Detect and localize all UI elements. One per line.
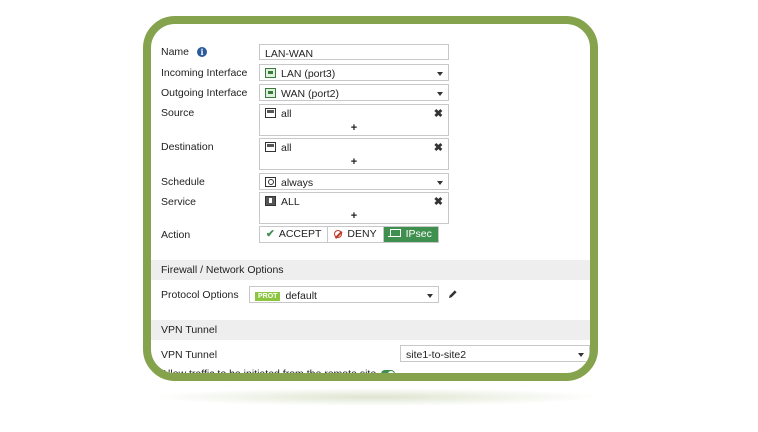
source-value: all — [281, 108, 292, 120]
chevron-down-icon — [578, 353, 584, 357]
name-input[interactable]: LAN-WAN — [259, 44, 449, 60]
prot-badge: PROT — [255, 292, 281, 301]
incoming-interface-value: LAN (port3) — [281, 68, 336, 80]
outgoing-interface-label: Outgoing Interface — [161, 87, 248, 99]
vpn-section-title: VPN Tunnel — [161, 324, 218, 336]
deny-button[interactable]: DENY — [328, 227, 384, 242]
add-source-icon[interactable]: + — [260, 122, 448, 134]
vpn-tunnel-value: site1-to-site2 — [406, 349, 467, 361]
service-value: ALL — [281, 196, 300, 208]
clock-icon — [265, 177, 276, 187]
chevron-down-icon — [437, 181, 443, 185]
check-icon: ✔ — [266, 228, 275, 240]
outgoing-interface-select[interactable]: WAN (port2) — [259, 84, 449, 101]
address-icon — [265, 108, 276, 118]
add-service-icon[interactable]: + — [260, 210, 448, 222]
incoming-interface-label: Incoming Interface — [161, 67, 248, 79]
destination-field[interactable]: all ✖ + — [259, 138, 449, 170]
remove-destination-icon[interactable]: ✖ — [434, 141, 443, 154]
screenshot-frame: Name i LAN-WAN Incoming Interface LAN (po… — [143, 16, 598, 381]
add-destination-icon[interactable]: + — [260, 156, 448, 168]
allow-remote-label: Allow traffic to be initiated from the r… — [161, 368, 377, 380]
interface-icon — [265, 68, 276, 78]
protocol-options-value: default — [285, 290, 317, 302]
vpn-tunnel-label: VPN Tunnel — [161, 349, 218, 361]
accept-button[interactable]: ✔ ACCEPT — [260, 227, 329, 242]
firewall-section-title: Firewall / Network Options — [161, 264, 284, 276]
name-label-text: Name — [161, 46, 190, 58]
schedule-label: Schedule — [161, 176, 205, 188]
ipsec-button-label: IPsec — [405, 228, 432, 240]
remove-service-icon[interactable]: ✖ — [434, 195, 443, 208]
frame-shadow — [150, 388, 600, 406]
deny-button-label: DENY — [347, 228, 377, 240]
laptop-icon — [387, 229, 401, 237]
action-label: Action — [161, 229, 191, 241]
accept-button-label: ACCEPT — [278, 228, 322, 240]
info-icon[interactable]: i — [197, 47, 208, 57]
address-icon — [265, 142, 276, 152]
ipsec-button[interactable]: IPsec — [383, 227, 438, 242]
protocol-options-select[interactable]: PROT default — [249, 286, 439, 303]
firewall-section-header: Firewall / Network Options — [151, 260, 590, 280]
destination-value: all — [281, 142, 292, 154]
vpn-section-header: VPN Tunnel — [151, 320, 590, 340]
name-label: Name i — [161, 46, 208, 58]
service-icon — [265, 196, 276, 206]
schedule-select[interactable]: always — [259, 173, 449, 190]
name-input-value: LAN-WAN — [265, 48, 314, 60]
chevron-down-icon — [437, 92, 443, 96]
protocol-options-label: Protocol Options — [161, 289, 239, 301]
service-label: Service — [161, 196, 197, 208]
chevron-down-icon — [437, 72, 443, 76]
interface-icon — [265, 88, 276, 98]
incoming-interface-select[interactable]: LAN (port3) — [259, 64, 449, 81]
schedule-value: always — [281, 177, 314, 189]
outgoing-interface-value: WAN (port2) — [281, 88, 339, 100]
source-label: Source — [161, 107, 195, 119]
allow-remote-row: Allow traffic to be initiated from the r… — [161, 368, 396, 380]
destination-label: Destination — [161, 141, 214, 153]
policy-form: Name i LAN-WAN Incoming Interface LAN (po… — [151, 24, 590, 373]
source-field[interactable]: all ✖ + — [259, 104, 449, 136]
deny-icon — [334, 230, 343, 238]
edit-pencil-icon[interactable] — [448, 289, 458, 299]
chevron-down-icon — [427, 294, 433, 298]
allow-remote-toggle[interactable] — [381, 370, 396, 373]
vpn-tunnel-select[interactable]: site1-to-site2 — [400, 345, 590, 362]
action-button-group: ✔ ACCEPT DENY IPsec — [259, 226, 439, 243]
service-field[interactable]: ALL ✖ + — [259, 192, 449, 224]
remove-source-icon[interactable]: ✖ — [434, 107, 443, 120]
